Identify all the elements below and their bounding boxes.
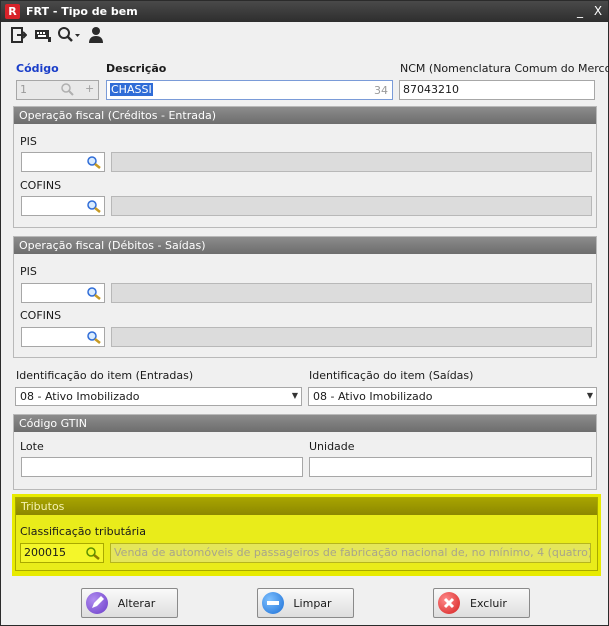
descricao-field[interactable]: CHASSI 34 <box>106 80 393 100</box>
excluir-button[interactable]: Excluir <box>433 588 530 618</box>
saida-cofins-label: COFINS <box>20 309 62 322</box>
classificacao-code-field[interactable]: 200015 <box>20 543 104 563</box>
classificacao-description: Venda de automóveis de passageiros de fa… <box>110 543 591 563</box>
gtin-group: Código GTIN Lote Unidade <box>13 414 597 490</box>
entrada-cofins-field[interactable] <box>21 196 105 216</box>
identificacao-saida-value: 08 - Ativo Imobilizado <box>313 390 433 403</box>
entrada-cofins-search-icon[interactable] <box>86 199 102 213</box>
classificacao-search-icon[interactable] <box>85 546 101 560</box>
saida-cofins-search-icon[interactable] <box>86 330 102 344</box>
saida-pis-description <box>111 283 592 303</box>
title-bar: R FRT - Tipo de bem _ X <box>1 1 608 22</box>
descricao-counter: 34 <box>374 84 388 97</box>
operacao-saida-group: Operação fiscal (Débitos - Saídas) PIS C… <box>13 236 597 358</box>
entrada-pis-search-icon[interactable] <box>86 155 102 169</box>
gtin-title: Código GTIN <box>14 415 596 432</box>
minimize-button[interactable]: _ <box>572 3 588 19</box>
alterar-label: Alterar <box>117 597 156 610</box>
tributos-title: Tributos <box>16 498 597 515</box>
operacao-entrada-title: Operação fiscal (Créditos - Entrada) <box>14 107 596 124</box>
window: R FRT - Tipo de bem _ X Código Descrição… <box>0 0 609 626</box>
exit-icon[interactable] <box>11 26 28 44</box>
identificacao-saida-select[interactable]: 08 - Ativo Imobilizado ▼ <box>308 387 597 406</box>
close-button[interactable]: X <box>590 3 606 19</box>
unidade-field[interactable] <box>309 457 592 477</box>
entrada-cofins-label: COFINS <box>20 179 62 192</box>
lote-field[interactable] <box>21 457 303 477</box>
ncm-field[interactable]: 87043210 <box>399 80 595 100</box>
excluir-label: Excluir <box>470 597 507 610</box>
lote-label: Lote <box>20 440 44 453</box>
limpar-label: Limpar <box>293 597 332 610</box>
operacao-entrada-group: Operação fiscal (Créditos - Entrada) PIS… <box>13 106 597 228</box>
tributos-highlight: Tributos Classificação tributária 200015… <box>12 494 601 576</box>
unidade-label: Unidade <box>309 440 355 453</box>
saida-pis-field[interactable] <box>21 283 105 303</box>
classificacao-code-value: 200015 <box>24 546 66 559</box>
limpar-button[interactable]: Limpar <box>257 588 354 618</box>
saida-pis-search-icon[interactable] <box>86 286 102 300</box>
keyboard-icon[interactable] <box>34 26 52 44</box>
search-icon[interactable] <box>57 26 81 44</box>
codigo-value: 1 <box>20 83 27 96</box>
entrada-cofins-description <box>111 196 592 216</box>
alterar-button[interactable]: Alterar <box>81 588 178 618</box>
identificacao-entrada-label: Identificação do item (Entradas) <box>16 369 194 382</box>
descricao-label: Descrição <box>106 62 167 75</box>
user-icon[interactable] <box>88 26 106 44</box>
classificacao-label: Classificação tributária <box>20 525 146 538</box>
chevron-down-icon: ▼ <box>586 391 593 400</box>
operacao-saida-title: Operação fiscal (Débitos - Saídas) <box>14 237 596 254</box>
ncm-value: 87043210 <box>403 83 459 96</box>
window-title: FRT - Tipo de bem <box>26 5 138 18</box>
saida-cofins-description <box>111 327 592 347</box>
chevron-down-icon: ▼ <box>291 391 298 400</box>
identificacao-entrada-value: 08 - Ativo Imobilizado <box>20 390 140 403</box>
codigo-label: Código <box>16 62 59 75</box>
identificacao-saida-label: Identificação do item (Saídas) <box>309 369 474 382</box>
saida-cofins-field[interactable] <box>21 327 105 347</box>
codigo-search-icon[interactable] <box>61 83 75 99</box>
tributos-group: Tributos Classificação tributária 200015… <box>15 497 598 571</box>
codigo-add-icon[interactable]: + <box>85 82 94 95</box>
ncm-label: NCM (Nomenclatura Comum do Mercosul) <box>400 62 609 75</box>
app-logo: R <box>5 4 20 19</box>
entrada-pis-label: PIS <box>20 135 37 148</box>
toolbar <box>1 22 608 49</box>
identificacao-entrada-select[interactable]: 08 - Ativo Imobilizado ▼ <box>15 387 302 406</box>
codigo-field[interactable]: 1 + <box>16 80 99 100</box>
entrada-pis-description <box>111 152 592 172</box>
descricao-value: CHASSI <box>110 83 153 96</box>
entrada-pis-field[interactable] <box>21 152 105 172</box>
saida-pis-label: PIS <box>20 265 37 278</box>
